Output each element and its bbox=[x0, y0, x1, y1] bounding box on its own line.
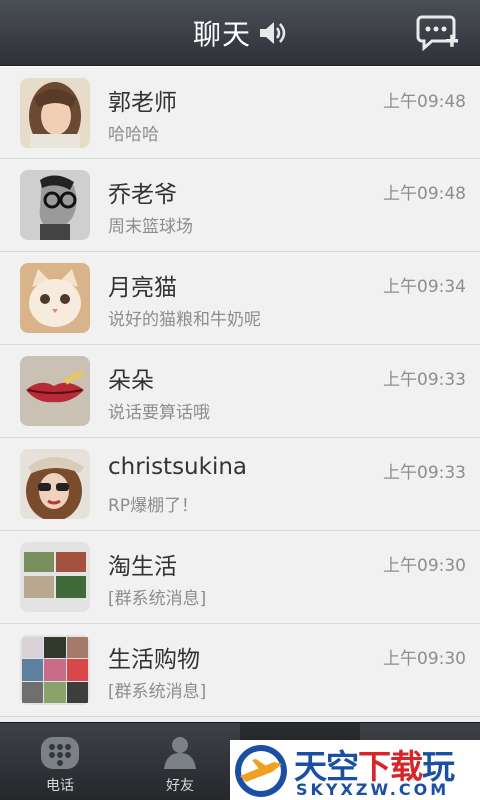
last-message: 周末篮球场 bbox=[108, 217, 193, 237]
speaker-icon[interactable] bbox=[257, 20, 287, 46]
conversation-row[interactable]: 乔老爷 周末篮球场 上午09:48 bbox=[0, 159, 480, 252]
message-time: 上午09:48 bbox=[383, 184, 466, 204]
conversation-row[interactable]: 月亮猫 说好的猫粮和牛奶呢 上午09:34 bbox=[0, 252, 480, 345]
conversation-list: 郭老师 哈哈哈 上午09:48 乔老爷 周末篮球场 上午09:48 月亮猫 说好… bbox=[0, 66, 480, 717]
top-bar: 聊天 bbox=[0, 0, 480, 66]
conversation-row[interactable]: 郭老师 哈哈哈 上午09:48 bbox=[0, 66, 480, 159]
last-message: [群系统消息] bbox=[108, 589, 207, 609]
contact-name: 郭老师 bbox=[108, 90, 177, 116]
message-time: 上午09:48 bbox=[383, 92, 466, 112]
airplane-logo-icon bbox=[235, 745, 287, 797]
tab-friends[interactable]: 好友 bbox=[120, 723, 240, 800]
avatar[interactable] bbox=[20, 542, 90, 612]
conversation-row[interactable]: 生活购物 [群系统消息] 上午09:30 bbox=[0, 624, 480, 717]
title-wrap: 聊天 bbox=[0, 0, 480, 66]
page-title: 聊天 bbox=[192, 18, 251, 51]
tab-phone[interactable]: 电话 bbox=[0, 723, 120, 800]
conversation-row[interactable]: 朵朵 说话要算话哦 上午09:33 bbox=[0, 345, 480, 438]
kitten-icon bbox=[20, 263, 90, 333]
lips-icon bbox=[20, 356, 90, 426]
woman-sunglasses-icon bbox=[20, 449, 90, 519]
contact-name: 朵朵 bbox=[108, 368, 154, 394]
avatar[interactable] bbox=[20, 449, 90, 519]
message-time: 上午09:30 bbox=[383, 556, 466, 576]
conversation-row[interactable]: christsukina RP爆棚了！ 上午09:33 bbox=[0, 438, 480, 531]
avatar[interactable] bbox=[20, 170, 90, 240]
group-collage-icon bbox=[20, 635, 90, 705]
new-chat-icon[interactable] bbox=[416, 13, 460, 53]
avatar[interactable] bbox=[20, 635, 90, 705]
message-time: 上午09:33 bbox=[383, 370, 466, 390]
tab-label: 电话 bbox=[46, 778, 74, 794]
avatar[interactable] bbox=[20, 78, 90, 148]
contact-name: 生活购物 bbox=[108, 647, 200, 673]
man-glasses-icon bbox=[20, 170, 90, 240]
contact-name: 月亮猫 bbox=[108, 275, 177, 301]
last-message: 说话要算话哦 bbox=[108, 403, 210, 423]
contact-name: 乔老爷 bbox=[108, 182, 177, 208]
last-message: 哈哈哈 bbox=[108, 125, 159, 145]
avatar[interactable] bbox=[20, 263, 90, 333]
group-collage-icon bbox=[20, 542, 90, 612]
message-time: 上午09:34 bbox=[383, 277, 466, 297]
message-time: 上午09:33 bbox=[383, 463, 466, 483]
contact-name: 淘生活 bbox=[108, 554, 177, 580]
tab-label: 好友 bbox=[166, 778, 194, 794]
watermark: 天空下载玩 SKYXZW.COM bbox=[230, 740, 480, 800]
girl-portrait-icon bbox=[20, 78, 90, 148]
last-message: [群系统消息] bbox=[108, 682, 207, 702]
message-time: 上午09:30 bbox=[383, 649, 466, 669]
contacts-icon bbox=[164, 737, 196, 769]
avatar[interactable] bbox=[20, 356, 90, 426]
last-message: RP爆棚了！ bbox=[108, 496, 199, 516]
conversation-row[interactable]: 淘生活 [群系统消息] 上午09:30 bbox=[0, 531, 480, 624]
watermark-domain: SKYXZW.COM bbox=[296, 780, 450, 799]
watermark-text: 天空下载玩 SKYXZW.COM bbox=[292, 740, 478, 800]
contact-name: christsukina bbox=[108, 454, 248, 480]
keypad-icon bbox=[41, 737, 79, 769]
last-message: 说好的猫粮和牛奶呢 bbox=[108, 310, 261, 330]
